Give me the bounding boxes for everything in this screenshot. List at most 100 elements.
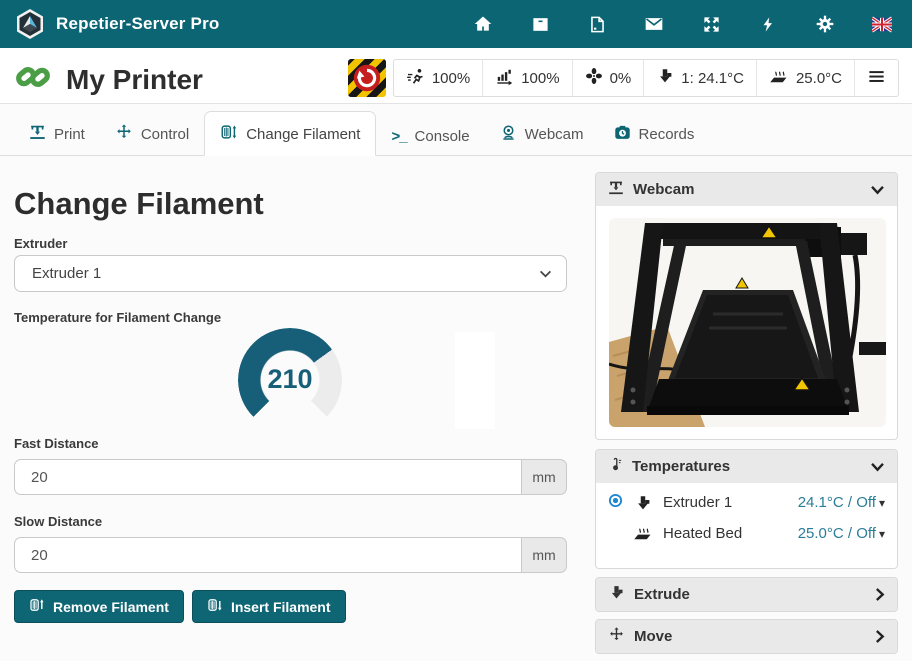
tab-label: Print <box>54 126 85 143</box>
settings-gear-icon[interactable] <box>815 14 835 34</box>
speed-status[interactable]: 100% <box>394 60 482 96</box>
tab-control[interactable]: Control <box>100 114 204 155</box>
remove-filament-button[interactable]: Remove Filament <box>14 590 184 623</box>
fullscreen-icon[interactable] <box>701 14 721 34</box>
navbar-icons <box>473 14 892 34</box>
fast-distance-input[interactable] <box>14 459 521 495</box>
slow-distance-group: mm <box>14 537 567 573</box>
tab-label: Records <box>639 126 695 143</box>
console-icon: >_ <box>391 128 406 145</box>
tab-webcam[interactable]: Webcam <box>485 115 599 155</box>
fan-status[interactable]: 0% <box>572 60 644 96</box>
chevron-right-icon <box>875 629 885 644</box>
webcam-icon <box>500 124 517 145</box>
extruder-temp-status[interactable]: 1: 24.1°C <box>643 60 756 96</box>
connection-link-icon <box>14 58 52 101</box>
bed-temp-status[interactable]: 25.0°C <box>756 60 854 96</box>
tab-change-filament[interactable]: Change Filament <box>204 111 376 156</box>
messages-envelope-icon[interactable] <box>644 14 664 34</box>
speed-value: 100% <box>432 70 470 87</box>
bed-temp-text: 25.0°C / Off <box>798 525 876 542</box>
home-icon[interactable] <box>473 14 493 34</box>
remove-filament-label: Remove Filament <box>53 599 169 615</box>
uk-flag-icon[interactable] <box>872 14 892 34</box>
flow-status[interactable]: 100% <box>482 60 571 96</box>
bed-icon <box>769 66 789 90</box>
records-icon <box>614 124 631 145</box>
repetier-server-app: Repetier-Server Pro <box>0 0 912 661</box>
bed-temp-row: Heated Bed 25.0°C / Off▾ <box>608 523 885 543</box>
slow-distance-label: Slow Distance <box>14 514 102 529</box>
insert-filament-label: Insert Filament <box>231 599 331 615</box>
move-icon <box>608 626 625 647</box>
top-navbar: Repetier-Server Pro <box>0 0 912 48</box>
printer-header: My Printer 100% <box>0 48 912 104</box>
webcam-panel-header[interactable]: Webcam <box>596 173 897 206</box>
queue-box-icon[interactable] <box>530 14 550 34</box>
extruder-select[interactable]: Extruder 1 <box>14 255 567 292</box>
bed-temp-dropdown[interactable]: 25.0°C / Off▾ <box>798 525 885 542</box>
move-panel-header[interactable]: Move <box>596 620 897 653</box>
caret-down-icon: ▾ <box>879 527 885 541</box>
printer-title: My Printer <box>66 64 203 96</box>
hamburger-menu-icon <box>867 67 886 90</box>
chevron-down-icon <box>870 462 885 472</box>
manual-book-icon[interactable] <box>587 14 607 34</box>
extruder-temp-text: 24.1°C / Off <box>798 494 876 511</box>
temperature-label: Temperature for Filament Change <box>14 310 221 325</box>
tab-console[interactable]: >_ Console <box>376 119 484 155</box>
chevron-down-icon <box>870 185 885 195</box>
fast-distance-group: mm <box>14 459 567 495</box>
temperature-gauge[interactable]: 210 <box>238 328 342 432</box>
move-panel: Move <box>595 619 898 654</box>
slow-distance-input[interactable] <box>14 537 521 573</box>
temperatures-panel-header[interactable]: Temperatures <box>596 450 897 483</box>
printer-status-bar: 100% 100% 0% <box>348 59 899 97</box>
tab-records[interactable]: Records <box>599 115 710 155</box>
move-icon <box>115 123 133 145</box>
temperature-gauge-value: 210 <box>238 364 342 395</box>
bed-icon <box>632 523 654 543</box>
emergency-stop-button[interactable] <box>348 59 386 97</box>
extrude-panel: Extrude <box>595 577 898 612</box>
change-filament-panel: Change Filament Extruder Extruder 1 Temp… <box>0 156 582 661</box>
extruder-temp-value: 1: 24.1°C <box>681 70 744 87</box>
right-sidebar: Webcam <box>595 156 898 661</box>
filament-actions: Remove Filament Insert Filament <box>14 590 346 623</box>
temperatures-panel: Temperatures Extruder 1 24.1°C / Off▾ <box>595 449 898 569</box>
extrude-panel-title: Extrude <box>634 586 690 603</box>
webcam-stream-image <box>609 218 886 427</box>
webcam-panel: Webcam <box>595 172 898 440</box>
printer-menu-button[interactable] <box>854 60 898 96</box>
printer-tabs: Print Control Change Filament >_ Console… <box>0 104 912 156</box>
webcam-panel-title: Webcam <box>633 181 694 198</box>
bed-temp-value: 25.0°C <box>796 70 842 87</box>
tab-label: Change Filament <box>246 126 360 143</box>
extruder-select-value: Extruder 1 <box>32 265 101 282</box>
extruder-temp-row: Extruder 1 24.1°C / Off▾ <box>608 493 885 512</box>
extrude-panel-header[interactable]: Extrude <box>596 578 897 611</box>
power-bolt-icon[interactable] <box>758 14 778 34</box>
page-title: Change Filament <box>14 186 264 222</box>
app-title: Repetier-Server Pro <box>56 14 219 34</box>
chevron-down-icon <box>539 265 552 282</box>
extruder-temp-dropdown[interactable]: 24.1°C / Off▾ <box>798 494 885 511</box>
chevron-right-icon <box>875 587 885 602</box>
move-panel-title: Move <box>634 628 672 645</box>
temperatures-body: Extruder 1 24.1°C / Off▾ Heated Bed 25.0… <box>596 483 897 551</box>
status-group: 100% 100% 0% <box>393 59 899 97</box>
insert-filament-button[interactable]: Insert Filament <box>192 590 346 623</box>
tab-print[interactable]: Print <box>14 115 100 155</box>
fast-distance-unit: mm <box>521 459 567 495</box>
flow-icon <box>495 67 514 90</box>
extruder-icon <box>656 67 674 89</box>
extruder-label: Extruder <box>14 236 67 251</box>
speed-icon <box>406 67 425 90</box>
repetier-logo-icon[interactable] <box>14 8 46 40</box>
flow-value: 100% <box>521 70 559 87</box>
active-target-icon[interactable] <box>608 493 623 512</box>
temperature-input[interactable] <box>455 332 495 429</box>
extruder-icon <box>608 584 625 605</box>
bed-row-name: Heated Bed <box>663 525 742 542</box>
tab-label: Control <box>141 126 189 143</box>
